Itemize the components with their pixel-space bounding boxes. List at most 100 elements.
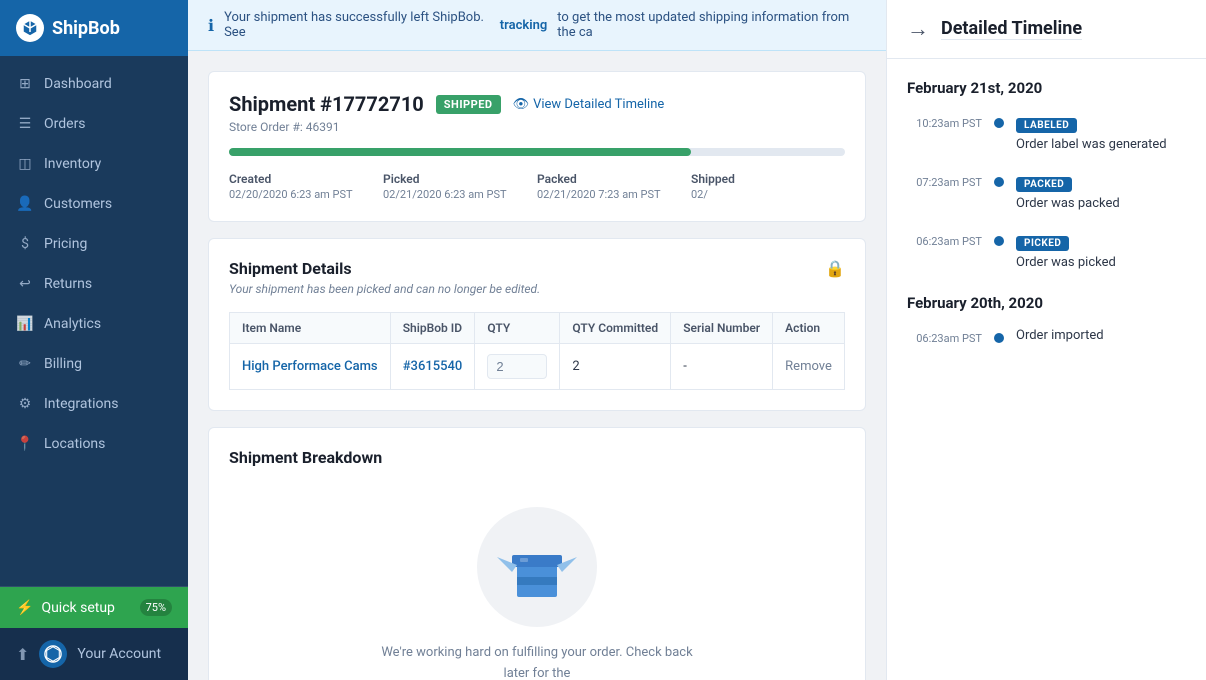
step-label: Shipped (691, 172, 845, 186)
event-description: Order imported (1016, 328, 1186, 343)
progress-bar-fill (229, 148, 691, 156)
step-label: Packed (537, 172, 691, 186)
sidebar-item-inventory[interactable]: ◫ Inventory (0, 144, 188, 184)
timeline-date-heading: February 21st, 2020 (907, 79, 1186, 97)
timeline-dot (994, 118, 1004, 128)
breakdown-message-line1: We're working hard on fulfilling your or… (381, 645, 692, 680)
timeline-section-feb20: February 20th, 2020 06:23am PST Order im… (907, 294, 1186, 345)
timeline-event: 06:23am PST Order imported (907, 328, 1186, 345)
step-shipped: Shipped 02/ (691, 172, 845, 201)
cell-shipbob-id: #3615540 (390, 344, 475, 390)
integrations-icon: ⚙ (16, 395, 34, 413)
sidebar-item-returns[interactable]: ↩ Returns (0, 264, 188, 304)
step-packed: Packed 02/21/2020 7:23 am PST (537, 172, 691, 201)
dot-col (994, 172, 1004, 187)
col-header-serial-number: Serial Number (671, 313, 773, 344)
event-badge: LABELED (1016, 118, 1077, 133)
timeline-close-arrow[interactable]: → (907, 16, 929, 42)
brand-name: ShipBob (52, 18, 120, 39)
store-order: Store Order #: 46391 (229, 120, 845, 134)
shipment-header-card: Shipment #17772710 SHIPPED 👁 View Detail… (208, 71, 866, 222)
content-area: Shipment #17772710 SHIPPED 👁 View Detail… (188, 51, 886, 680)
share-icon: ⬆ (16, 645, 29, 664)
shipment-breakdown-card: Shipment Breakdown (208, 427, 866, 680)
quick-setup-left: ⚡ Quick setup (16, 600, 115, 616)
timeline-steps: Created 02/20/2020 6:23 am PST Picked 02… (229, 172, 845, 201)
step-date: 02/21/2020 7:23 am PST (537, 188, 691, 201)
timeline-dot (994, 177, 1004, 187)
breakdown-illustration: We're working hard on fulfilling your or… (229, 487, 845, 680)
sidebar-item-label: Customers (44, 196, 112, 212)
eye-icon: 👁 (513, 97, 530, 112)
tracking-link[interactable]: tracking (500, 18, 547, 33)
sidebar: ShipBob ⊞ Dashboard ☰ Orders ◫ Inventory… (0, 0, 188, 680)
event-badge: PICKED (1016, 236, 1069, 251)
shipbob-id-link[interactable]: #3615540 (403, 359, 463, 374)
info-icon: ℹ (208, 16, 214, 35)
sidebar-item-label: Returns (44, 276, 92, 292)
timeline-dot (994, 333, 1004, 343)
shipment-number: Shipment #17772710 (229, 92, 424, 116)
quick-setup-label: Quick setup (41, 600, 114, 616)
view-timeline-label: View Detailed Timeline (533, 97, 664, 112)
shipment-details-card: Shipment Details Your shipment has been … (208, 238, 866, 411)
event-body: LABELED Order label was generated (1016, 113, 1186, 152)
step-date: 02/21/2020 6:23 am PST (383, 188, 537, 201)
step-picked: Picked 02/21/2020 6:23 am PST (383, 172, 537, 201)
cell-serial-number: - (671, 344, 773, 390)
quick-setup-button[interactable]: ⚡ Quick setup 75% (0, 587, 188, 628)
sidebar-item-label: Billing (44, 356, 82, 372)
top-banner: ℹ Your shipment has successfully left Sh… (188, 0, 886, 51)
your-account-label: Your Account (77, 646, 161, 662)
event-body: PICKED Order was picked (1016, 231, 1186, 270)
event-body: Order imported (1016, 328, 1186, 343)
sidebar-item-label: Analytics (44, 316, 101, 332)
shipment-title-row: Shipment #17772710 SHIPPED 👁 View Detail… (229, 92, 845, 116)
timeline-event: 07:23am PST PACKED Order was packed (907, 172, 1186, 211)
sidebar-header[interactable]: ShipBob (0, 0, 188, 56)
progress-bar-container (229, 148, 845, 156)
sidebar-bottom: ⚡ Quick setup 75% ⬆ Your Account (0, 586, 188, 680)
col-header-shipbob-id: ShipBob ID (390, 313, 475, 344)
view-detailed-timeline-link[interactable]: 👁 View Detailed Timeline (513, 97, 665, 112)
event-time: 07:23am PST (907, 172, 982, 189)
lock-icon: 🔒 (825, 259, 845, 278)
event-description: Order was picked (1016, 255, 1186, 270)
step-label: Created (229, 172, 383, 186)
sidebar-item-customers[interactable]: 👤 Customers (0, 184, 188, 224)
remove-button[interactable]: Remove (785, 359, 832, 374)
inventory-icon: ◫ (16, 155, 34, 173)
sidebar-item-orders[interactable]: ☰ Orders (0, 104, 188, 144)
flying-box-illustration (497, 527, 577, 607)
timeline-panel: → Detailed Timeline February 21st, 2020 … (886, 0, 1206, 680)
shipment-details-table: Item Name ShipBob ID QTY QTY Committed S… (229, 312, 845, 390)
pricing-icon: $ (16, 235, 34, 253)
shipped-badge: SHIPPED (436, 95, 501, 114)
sidebar-item-pricing[interactable]: $ Pricing (0, 224, 188, 264)
qty-input[interactable] (487, 354, 547, 379)
sidebar-item-analytics[interactable]: 📊 Analytics (0, 304, 188, 344)
store-order-value: 46391 (306, 120, 340, 134)
your-account-button[interactable]: ⬆ Your Account (0, 628, 188, 680)
timeline-event: 10:23am PST LABELED Order label was gene… (907, 113, 1186, 152)
customers-icon: 👤 (16, 195, 34, 213)
item-name-link[interactable]: High Performace Cams (242, 359, 378, 374)
col-header-action: Action (773, 313, 845, 344)
sidebar-item-label: Orders (44, 116, 86, 132)
sidebar-item-billing[interactable]: ✏ Billing (0, 344, 188, 384)
dashboard-icon: ⊞ (16, 75, 34, 93)
col-header-item-name: Item Name (230, 313, 391, 344)
sidebar-item-label: Inventory (44, 156, 101, 172)
illustration-circle (477, 507, 597, 627)
step-date: 02/20/2020 6:23 am PST (229, 188, 383, 201)
step-label: Picked (383, 172, 537, 186)
col-header-qty-committed: QTY Committed (560, 313, 671, 344)
banner-message: Your shipment has successfully left Ship… (224, 10, 490, 40)
sidebar-nav: ⊞ Dashboard ☰ Orders ◫ Inventory 👤 Custo… (0, 56, 188, 586)
event-description: Order was packed (1016, 196, 1186, 211)
quick-setup-progress: 75% (140, 599, 172, 616)
sidebar-item-integrations[interactable]: ⚙ Integrations (0, 384, 188, 424)
sidebar-item-locations[interactable]: 📍 Locations (0, 424, 188, 464)
sidebar-item-dashboard[interactable]: ⊞ Dashboard (0, 64, 188, 104)
analytics-icon: 📊 (16, 315, 34, 333)
